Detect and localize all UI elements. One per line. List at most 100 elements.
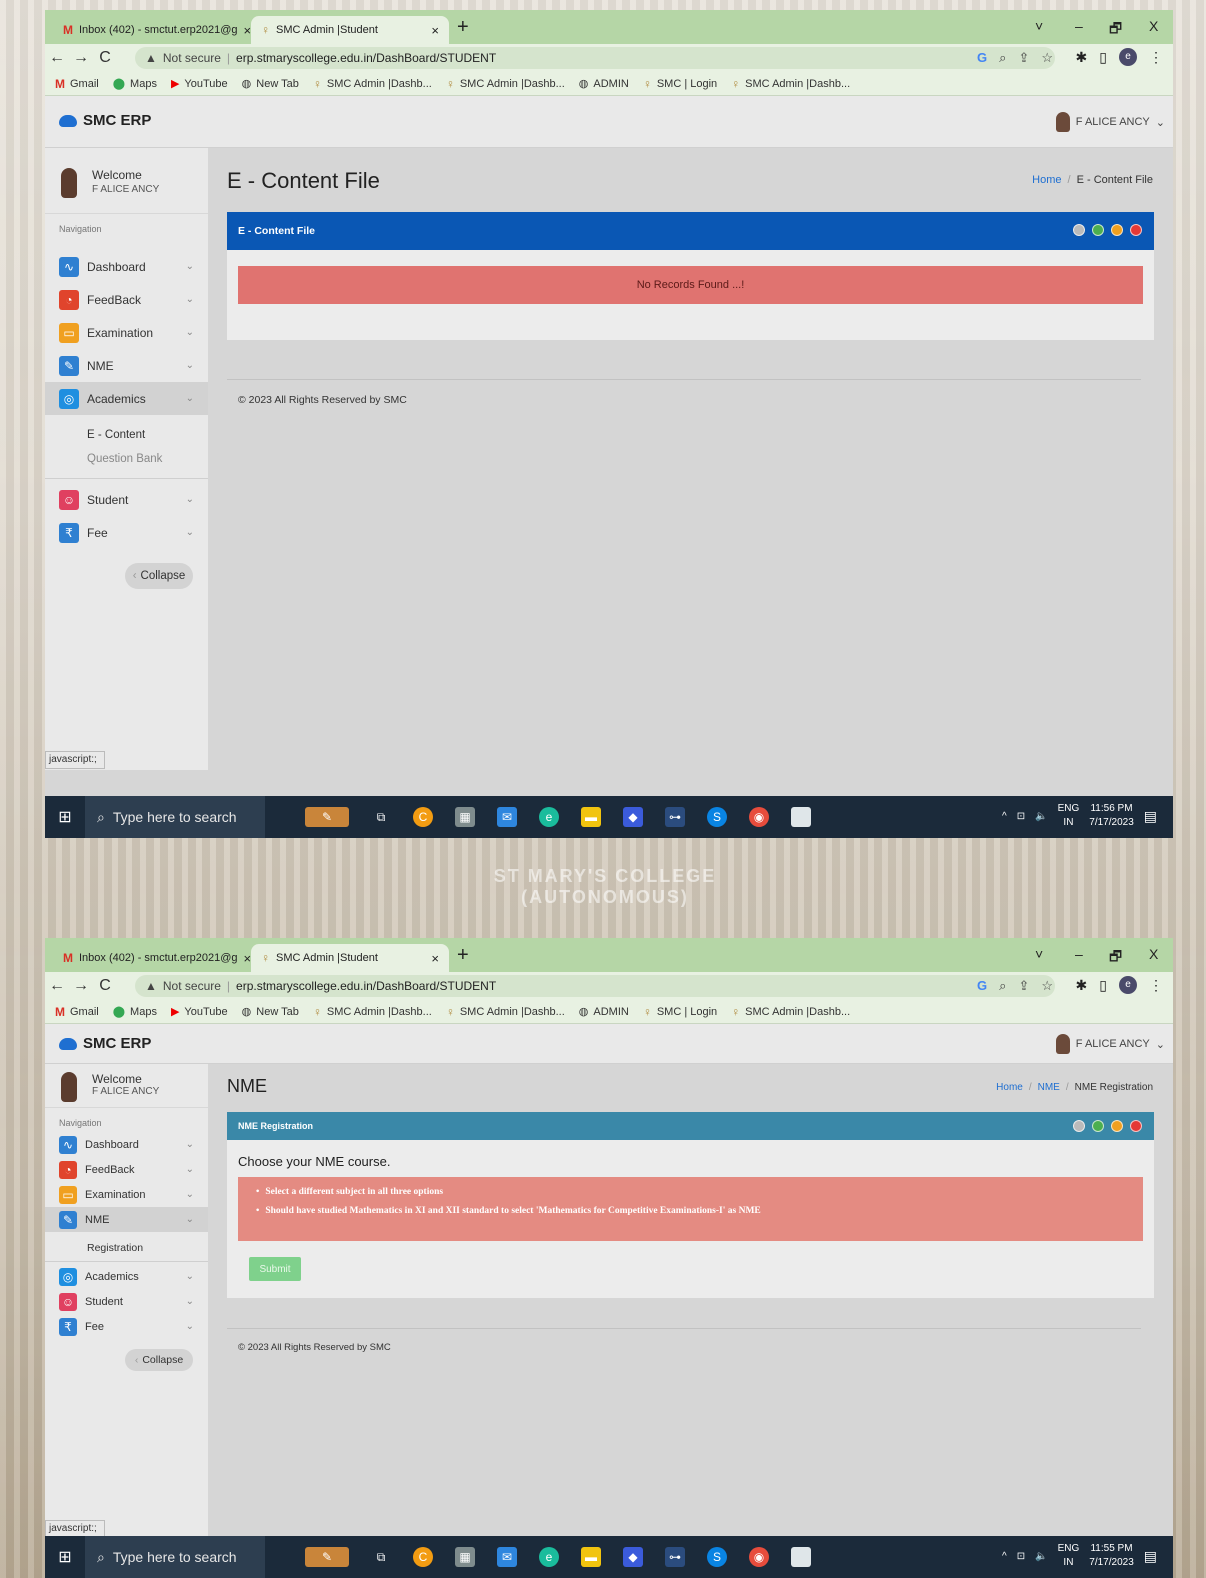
- bookmark-smc-login[interactable]: ♀ SMC | Login: [643, 1005, 717, 1019]
- close-icon[interactable]: ×: [431, 23, 439, 38]
- bookmark-smc-3[interactable]: ♀ SMC Admin |Dashb...: [731, 77, 850, 91]
- sidebar-item-student[interactable]: ☺ Student ⌄: [45, 1289, 208, 1314]
- tab-smc-admin[interactable]: ♀ SMC Admin |Student ×: [251, 944, 449, 972]
- clock[interactable]: 11:55 PM 7/17/2023: [1089, 1542, 1134, 1570]
- language-indicator[interactable]: ENG IN: [1058, 802, 1080, 830]
- bookmark-maps[interactable]: ⬤ Maps: [113, 1005, 157, 1019]
- bookmark-smc-1[interactable]: ♀ SMC Admin |Dashb...: [313, 1005, 432, 1019]
- chevron-up-icon[interactable]: ^: [1002, 1551, 1007, 1562]
- minimize-icon[interactable]: [1111, 224, 1123, 236]
- bookmark-gmail[interactable]: M Gmail: [55, 77, 99, 91]
- google-icon[interactable]: G: [977, 50, 987, 66]
- user-menu[interactable]: F ALICE ANCY ⌄: [1055, 112, 1165, 132]
- breadcrumb-nme[interactable]: NME: [1038, 1082, 1060, 1093]
- share-icon[interactable]: ⇪: [1018, 50, 1029, 66]
- back-icon[interactable]: ←: [45, 977, 69, 995]
- profile-avatar[interactable]: e: [1119, 48, 1137, 66]
- window-app-icon[interactable]: [791, 807, 811, 827]
- side-panel-icon[interactable]: ▯: [1099, 49, 1107, 66]
- task-view-icon[interactable]: ⧉: [371, 1547, 391, 1567]
- close-icon[interactable]: ×: [244, 23, 252, 38]
- url-bar[interactable]: ▲ Not secure | erp.stmaryscollege.edu.in…: [135, 975, 1055, 997]
- network-icon[interactable]: ⊡: [1017, 1551, 1025, 1562]
- menu-icon[interactable]: ⋮: [1149, 977, 1163, 994]
- close-window-button[interactable]: X: [1149, 18, 1158, 34]
- tab-search-button[interactable]: ˅: [1035, 946, 1043, 962]
- zoom-icon[interactable]: ⌕: [999, 50, 1006, 66]
- bookmark-smc-1[interactable]: ♀ SMC Admin |Dashb...: [313, 77, 432, 91]
- store-icon[interactable]: ◆: [623, 1547, 643, 1567]
- language-indicator[interactable]: ENG IN: [1058, 1542, 1080, 1570]
- breadcrumb-home[interactable]: Home: [996, 1082, 1023, 1093]
- tab-inbox[interactable]: M Inbox (402) - smctut.erp2021@g ×: [53, 16, 251, 44]
- key-icon[interactable]: ⊶: [665, 1547, 685, 1567]
- bookmark-smc-2[interactable]: ♀ SMC Admin |Dashb...: [446, 77, 565, 91]
- close-icon[interactable]: [1130, 224, 1142, 236]
- tab-search-button[interactable]: ˅: [1035, 18, 1043, 34]
- close-icon[interactable]: ×: [431, 951, 439, 966]
- forward-icon[interactable]: →: [69, 977, 93, 995]
- mail-icon[interactable]: ✉: [497, 1547, 517, 1567]
- refresh-icon[interactable]: [1092, 1120, 1104, 1132]
- sidebar-item-student[interactable]: ☺ Student ⌄: [45, 483, 208, 516]
- close-icon[interactable]: ×: [244, 951, 252, 966]
- submit-button[interactable]: Submit: [249, 1257, 301, 1281]
- bookmark-youtube[interactable]: ▶ YouTube: [171, 1005, 228, 1019]
- side-panel-icon[interactable]: ▯: [1099, 977, 1107, 994]
- star-icon[interactable]: ☆: [1041, 50, 1053, 66]
- app-c-icon[interactable]: C: [413, 807, 433, 827]
- tab-inbox[interactable]: M Inbox (402) - smctut.erp2021@g ×: [53, 944, 251, 972]
- sidebar-item-dashboard[interactable]: ∿ Dashboard ⌄: [45, 250, 208, 283]
- reload-icon[interactable]: C: [93, 49, 117, 67]
- file-explorer-icon[interactable]: ▬: [581, 1547, 601, 1567]
- bookmark-newtab[interactable]: ◍ New Tab: [242, 77, 299, 91]
- collapse-button[interactable]: ‹ Collapse: [125, 563, 193, 589]
- volume-icon[interactable]: 🔈: [1035, 1551, 1047, 1562]
- new-tab-button[interactable]: +: [457, 16, 469, 39]
- sidebar-item-academics[interactable]: ◎ Academics ⌄: [45, 1264, 208, 1289]
- mail-icon[interactable]: ✉: [497, 807, 517, 827]
- user-menu[interactable]: F ALICE ANCY ⌄: [1055, 1034, 1165, 1054]
- reload-icon[interactable]: C: [93, 977, 117, 995]
- sidebar-item-feedback[interactable]: ◔ FeedBack ⌄: [45, 1157, 208, 1182]
- school-widget-icon[interactable]: ✎: [305, 1547, 349, 1567]
- chrome-icon[interactable]: ◉: [749, 807, 769, 827]
- network-icon[interactable]: ⊡: [1017, 811, 1025, 822]
- forward-icon[interactable]: →: [69, 49, 93, 67]
- taskbar-search[interactable]: ⌕ Type here to search: [85, 1536, 265, 1578]
- bookmark-smc-3[interactable]: ♀ SMC Admin |Dashb...: [731, 1005, 850, 1019]
- settings-icon[interactable]: [1073, 224, 1085, 236]
- restore-button[interactable]: 🗗: [1109, 18, 1122, 42]
- task-view-icon[interactable]: ⧉: [371, 807, 391, 827]
- submenu-question-bank[interactable]: Question Bank: [45, 447, 208, 471]
- submenu-registration[interactable]: Registration: [45, 1236, 208, 1260]
- minimize-icon[interactable]: [1111, 1120, 1123, 1132]
- bookmark-newtab[interactable]: ◍ New Tab: [242, 1005, 299, 1019]
- star-icon[interactable]: ☆: [1041, 978, 1053, 994]
- skype-icon[interactable]: S: [707, 807, 727, 827]
- sidebar-item-examination[interactable]: ▭ Examination ⌄: [45, 316, 208, 349]
- minimize-button[interactable]: –: [1075, 18, 1083, 34]
- breadcrumb-home[interactable]: Home: [1032, 174, 1061, 186]
- google-icon[interactable]: G: [977, 978, 987, 994]
- file-explorer-icon[interactable]: ▬: [581, 807, 601, 827]
- taskbar-search[interactable]: ⌕ Type here to search: [85, 796, 265, 838]
- profile-avatar[interactable]: e: [1119, 976, 1137, 994]
- notification-icon[interactable]: ▤: [1144, 1548, 1157, 1565]
- bookmark-gmail[interactable]: M Gmail: [55, 1005, 99, 1019]
- sidebar-item-academics[interactable]: ◎ Academics ⌄: [45, 382, 208, 415]
- sidebar-item-nme[interactable]: ✎ NME ⌄: [45, 1207, 208, 1232]
- chevron-up-icon[interactable]: ^: [1002, 811, 1007, 822]
- minimize-button[interactable]: –: [1075, 946, 1083, 962]
- store-icon[interactable]: ◆: [623, 807, 643, 827]
- sidebar-item-feedback[interactable]: ◔ FeedBack ⌄: [45, 283, 208, 316]
- share-icon[interactable]: ⇪: [1018, 978, 1029, 994]
- clock[interactable]: 11:56 PM 7/17/2023: [1089, 802, 1134, 830]
- zoom-icon[interactable]: ⌕: [999, 978, 1006, 994]
- bookmark-smc-login[interactable]: ♀ SMC | Login: [643, 77, 717, 91]
- windows-start-icon[interactable]: ⊞: [45, 807, 85, 827]
- settings-icon[interactable]: [1073, 1120, 1085, 1132]
- school-widget-icon[interactable]: ✎: [305, 807, 349, 827]
- restore-button[interactable]: 🗗: [1109, 946, 1122, 970]
- extensions-icon[interactable]: ✱: [1076, 49, 1088, 66]
